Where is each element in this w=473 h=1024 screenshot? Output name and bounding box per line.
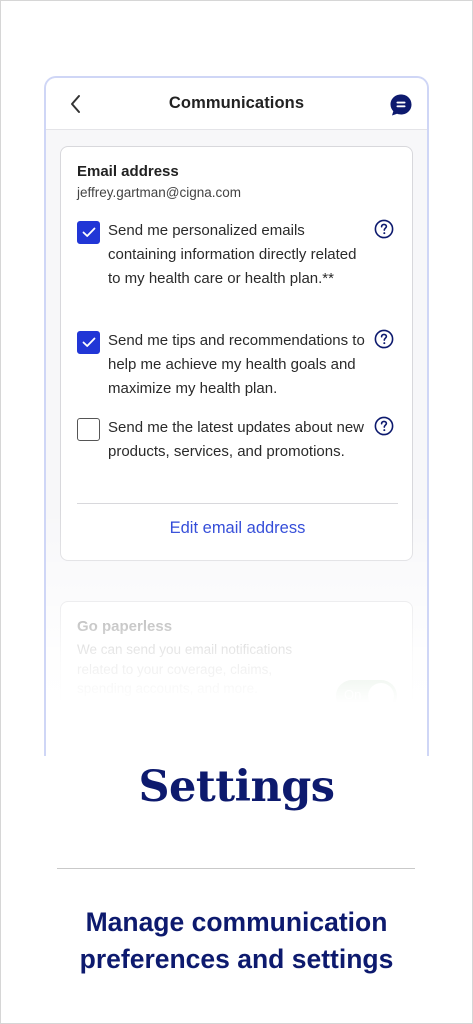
marketing-divider: [57, 868, 415, 869]
email-preferences-card: Email address jeffrey.gartman@cigna.com …: [60, 146, 413, 561]
paperless-description: We can send you email notifications rela…: [77, 642, 300, 735]
app-bar: Communications: [46, 78, 427, 130]
personalized-emails-label: Send me personalized emails containing i…: [108, 222, 357, 287]
page-title: Communications: [168, 94, 305, 112]
email-address-value: jeffrey.gartman@cigna.com: [77, 185, 242, 200]
chat-bubble-icon: [390, 94, 412, 116]
phone-frame: Communications Email address jeffrey.gar…: [44, 76, 429, 756]
chevron-left-icon: [71, 95, 80, 113]
preference-product-updates: Send me the latest updates about new pro…: [77, 416, 400, 488]
go-paperless-card: Go paperless We can send you email notif…: [60, 601, 413, 756]
marketing-subhead: Manage communication preferences and set…: [79, 907, 394, 974]
question-circle-icon[interactable]: [374, 329, 394, 349]
preference-personalized-emails: Send me personalized emails containing i…: [77, 219, 400, 315]
product-updates-label: Send me the latest updates about new pro…: [108, 419, 365, 460]
personalized-emails-checkbox[interactable]: [77, 221, 100, 244]
toggle-state-label: On: [344, 687, 362, 702]
question-circle-icon[interactable]: [374, 416, 394, 436]
edit-email-address-link[interactable]: Edit email address: [61, 519, 414, 538]
card-divider: [77, 503, 398, 504]
question-circle-icon[interactable]: [374, 219, 394, 239]
product-updates-checkbox[interactable]: [77, 418, 100, 441]
marketing-headline: Settings: [138, 762, 335, 812]
back-button[interactable]: [64, 92, 88, 116]
checkmark-icon: [82, 337, 95, 347]
toggle-knob: [368, 683, 394, 709]
tips-recommendations-label: Send me tips and recommendations to help…: [108, 332, 365, 397]
checkmark-icon: [82, 227, 95, 237]
paperless-section-title: Go paperless: [77, 618, 173, 635]
preference-tips-recommendations: Send me tips and recommendations to help…: [77, 329, 400, 401]
email-section-title: Email address: [77, 163, 179, 180]
paperless-toggle[interactable]: On: [336, 680, 397, 712]
chat-button[interactable]: [389, 93, 413, 117]
tips-recommendations-checkbox[interactable]: [77, 331, 100, 354]
